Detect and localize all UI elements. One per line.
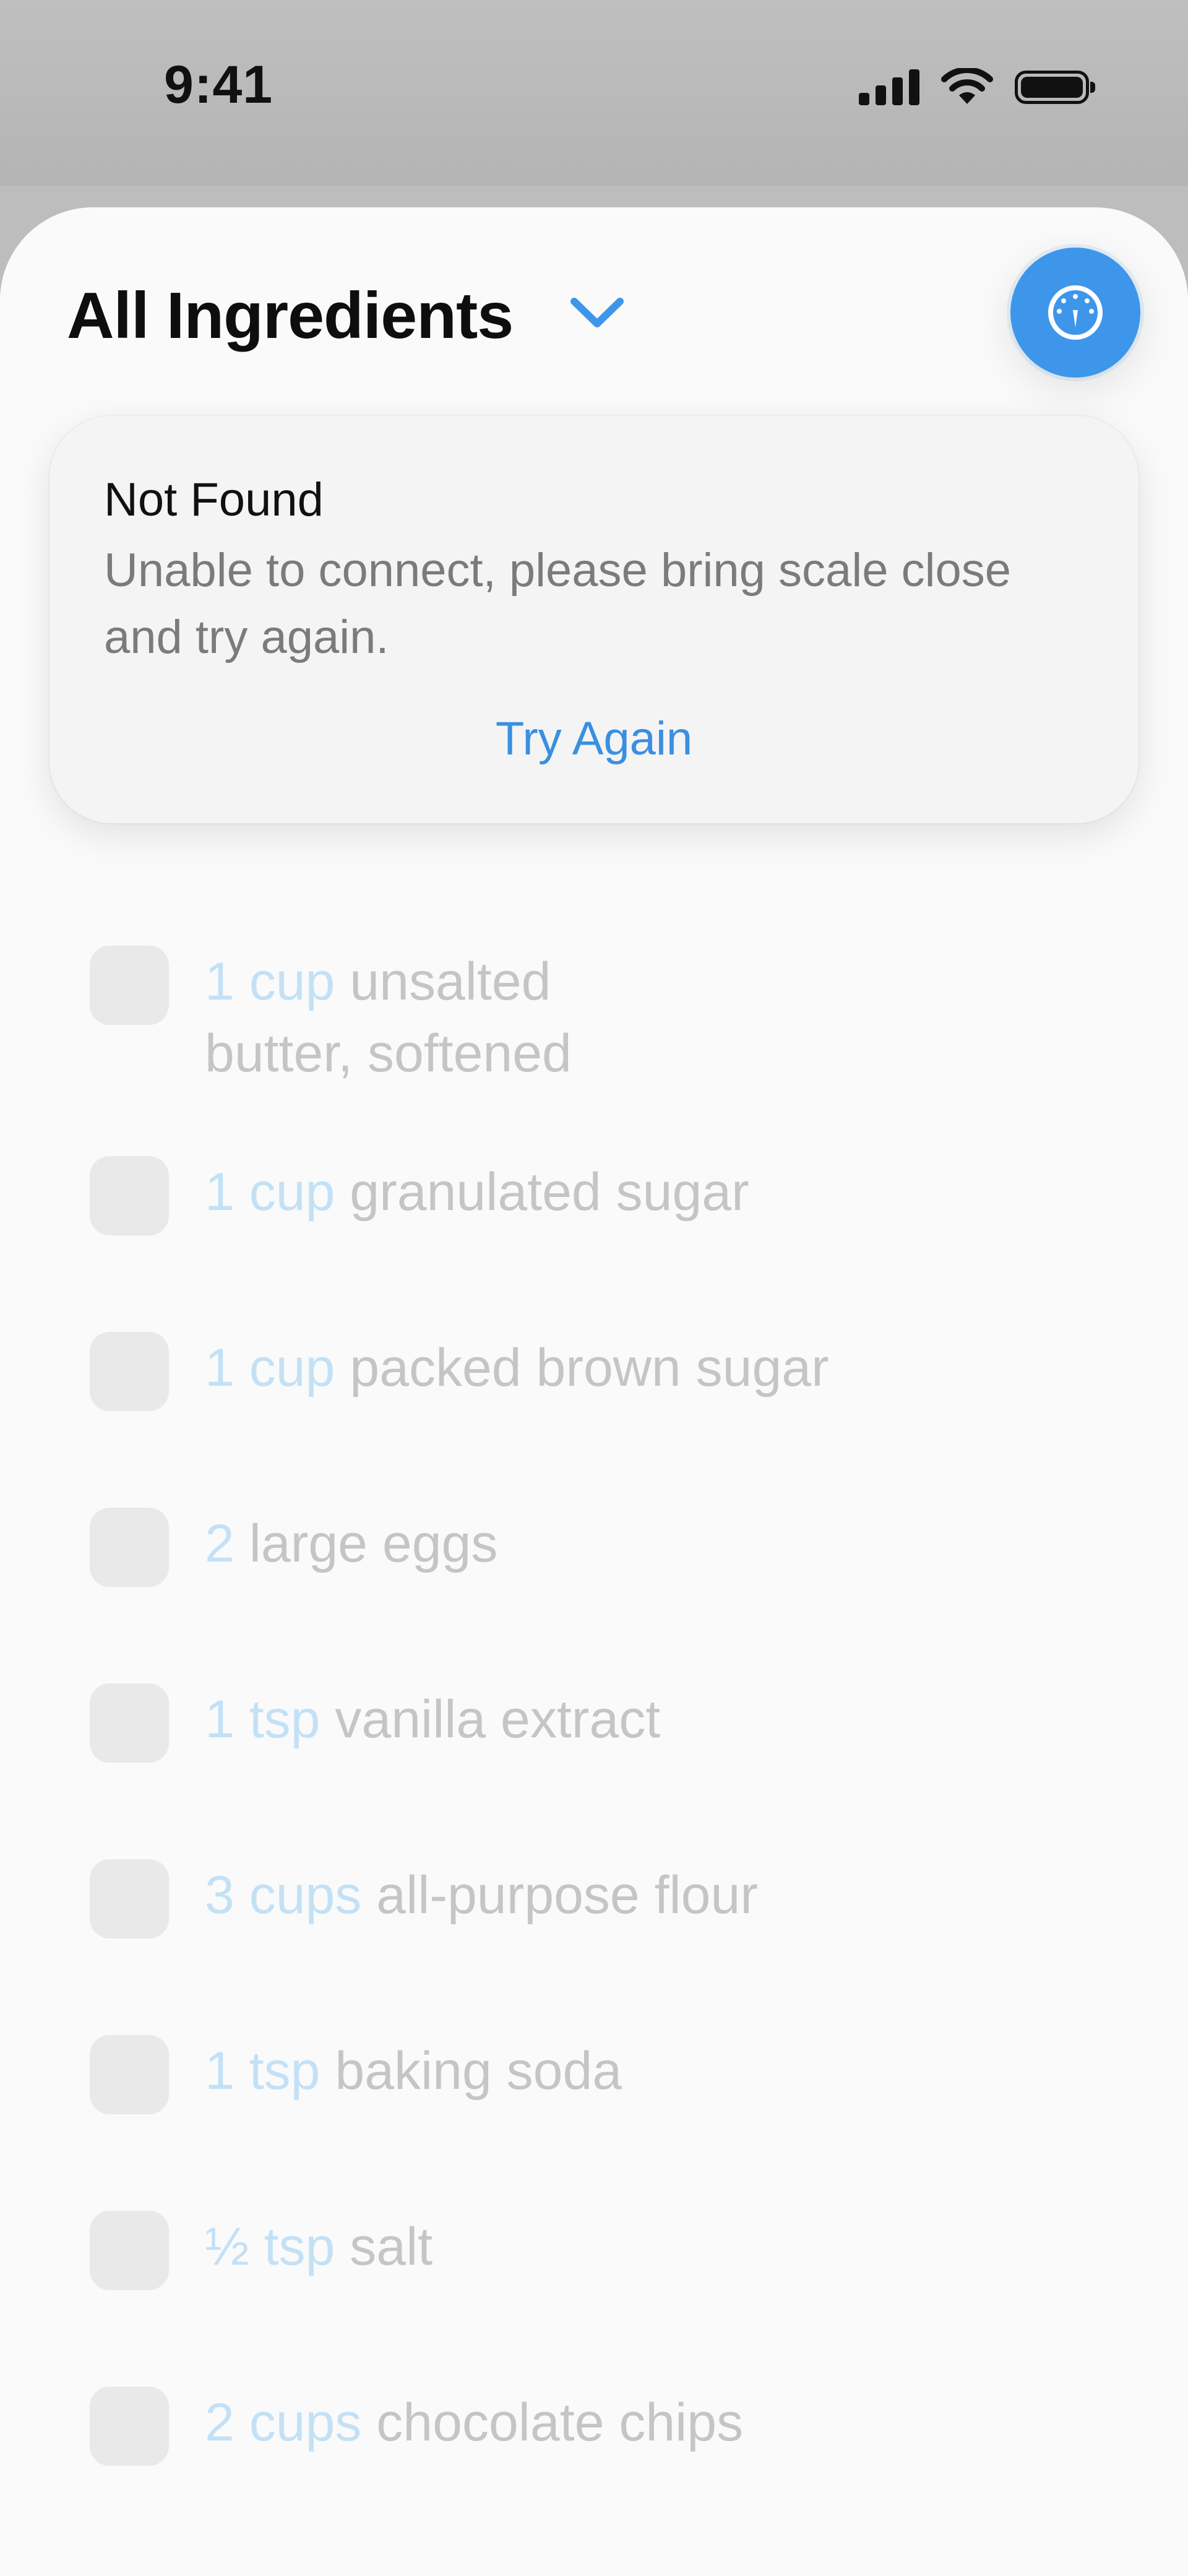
list-item: 1 cup unsalted butter, softened — [90, 946, 675, 1089]
ingredient-quantity: 3 cups — [205, 1865, 362, 1925]
ingredient-text: 1 cup unsalted butter, softened — [205, 946, 675, 1089]
ingredient-quantity: 1 cup — [205, 1162, 335, 1222]
ingredient-quantity: 1 cup — [205, 1338, 335, 1398]
ingredient-text: 1 tsp vanilla extract — [205, 1683, 660, 1755]
ingredient-checkbox[interactable] — [90, 1859, 169, 1938]
alert-title: Not Found — [104, 473, 324, 526]
ingredient-name: packed brown sugar — [350, 1338, 829, 1398]
try-again-button[interactable]: Try Again — [50, 712, 1138, 766]
list-item: 1 tsp vanilla extract — [90, 1683, 660, 1763]
alert-message: Unable to connect, please bring scale cl… — [104, 544, 1012, 663]
status-bar: 9:41 — [0, 0, 1188, 186]
ingredient-name: all-purpose flour — [376, 1865, 758, 1925]
ingredient-checkbox[interactable] — [90, 1332, 169, 1411]
status-icons — [859, 68, 1095, 106]
ingredient-text: 1 tsp baking soda — [205, 2035, 622, 2107]
ingredient-name: salt — [350, 2217, 433, 2276]
ingredient-text: 2 cups chocolate chips — [205, 2387, 743, 2458]
ingredient-text: ½ tsp salt — [205, 2211, 433, 2283]
ingredient-quantity: 1 tsp — [205, 1690, 321, 1749]
ingredient-quantity: 2 cups — [205, 2393, 362, 2452]
list-item: 1 cup granulated sugar — [90, 1156, 749, 1235]
ingredient-name: baking soda — [335, 2041, 622, 2101]
list-item: 1 cup packed brown sugar — [90, 1332, 829, 1411]
list-item: 1 tsp baking soda — [90, 2035, 622, 2114]
battery-icon — [1015, 71, 1095, 104]
ingredient-name: large eggs — [249, 1514, 498, 1573]
ingredient-name: chocolate chips — [376, 2393, 744, 2452]
list-item: 2 large eggs — [90, 1508, 497, 1587]
ingredient-checkbox[interactable] — [90, 1508, 169, 1587]
wifi-icon — [941, 68, 993, 104]
ingredient-quantity: 2 — [205, 1514, 235, 1573]
ingredient-text: 1 cup packed brown sugar — [205, 1332, 829, 1404]
connection-alert: Not Found Unable to connect, please brin… — [50, 416, 1138, 823]
chevron-down-icon[interactable] — [569, 295, 625, 330]
ingredient-quantity: 1 cup — [205, 952, 335, 1011]
cellular-signal-icon — [859, 69, 919, 105]
ingredient-checkbox[interactable] — [90, 1156, 169, 1235]
list-item: 3 cups all-purpose flour — [90, 1859, 758, 1938]
scale-gauge-icon — [1048, 285, 1103, 340]
list-item: ½ tsp salt — [90, 2211, 433, 2290]
ingredient-name: granulated sugar — [350, 1162, 749, 1222]
status-time: 9:41 — [164, 55, 273, 115]
ingredient-quantity: ½ tsp — [205, 2217, 335, 2276]
ingredient-text: 1 cup granulated sugar — [205, 1156, 749, 1228]
ingredient-text: 3 cups all-purpose flour — [205, 1859, 758, 1931]
ingredient-name: vanilla extract — [335, 1690, 661, 1749]
ingredient-text: 2 large eggs — [205, 1508, 497, 1580]
ingredient-checkbox[interactable] — [90, 946, 169, 1025]
page-title: All Ingredients — [67, 279, 514, 352]
scale-button[interactable] — [1010, 248, 1140, 378]
list-item: 2 cups chocolate chips — [90, 2387, 743, 2466]
ingredient-checkbox[interactable] — [90, 2035, 169, 2114]
ingredient-checkbox[interactable] — [90, 2387, 169, 2466]
ingredient-checkbox[interactable] — [90, 2211, 169, 2290]
ingredient-quantity: 1 tsp — [205, 2041, 321, 2101]
ingredient-checkbox[interactable] — [90, 1683, 169, 1763]
